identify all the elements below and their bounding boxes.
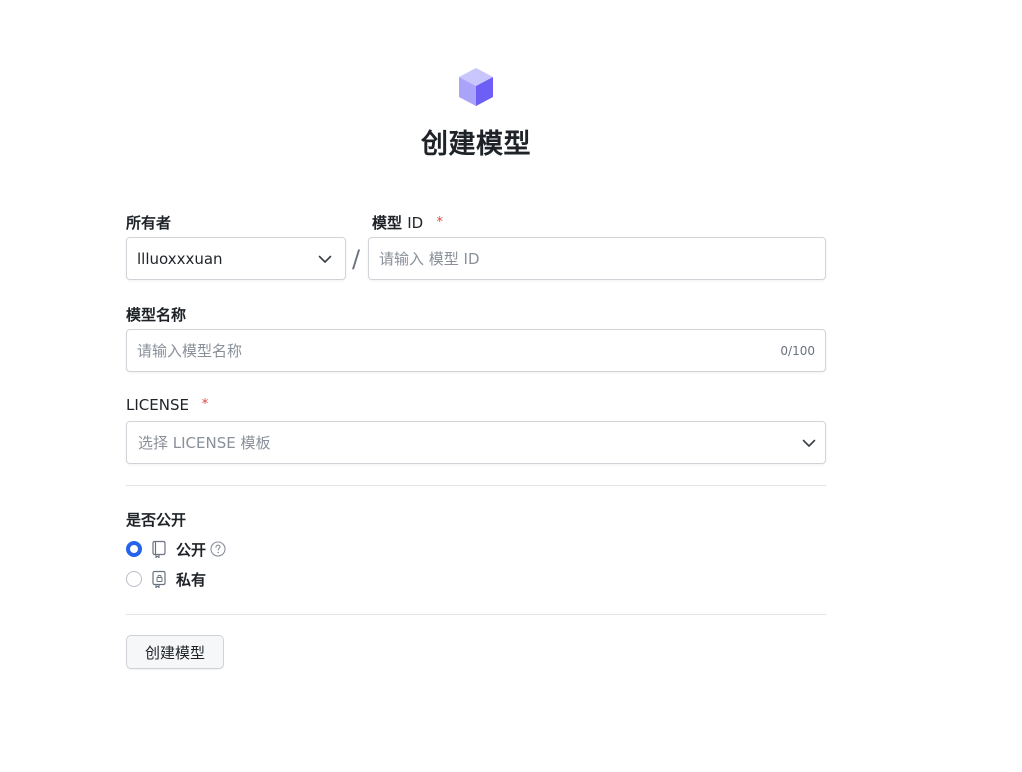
cube-icon [459,68,493,106]
option-label-public: 公开 [176,540,207,559]
required-mark: * [436,215,443,230]
question-circle-icon[interactable] [210,541,226,557]
owner-label-text: 所有者 [126,214,172,232]
create-model-page: 创建模型 所有者 llluoxxxuan / 模型 ID * 模型名称 0/10… [0,0,1022,772]
license-select-placeholder: 选择 LICENSE 模板 [138,434,271,452]
visibility-option-public[interactable]: 公开 [126,538,226,560]
radio-public[interactable] [126,541,142,557]
model-id-label-suffix: ID [407,214,424,232]
char-counter: 0/100 [780,343,815,358]
radio-private[interactable] [126,571,142,587]
owner-select[interactable]: llluoxxxuan [126,237,346,280]
model-name-field[interactable]: 0/100 [126,329,826,372]
divider [126,485,826,486]
required-mark: * [201,397,209,412]
model-id-field[interactable] [368,237,826,280]
owner-select-value: llluoxxxuan [137,249,223,268]
model-name-label: 模型名称 [126,306,187,324]
model-id-input[interactable] [369,249,825,268]
license-label: LICENSE * [126,396,208,414]
lock-repo-icon [152,570,166,588]
create-model-button[interactable]: 创建模型 [126,635,224,669]
model-id-label-text: 模型 [372,214,403,232]
repo-icon [152,540,166,558]
owner-id-separator: / [352,245,361,273]
visibility-option-private[interactable]: 私有 [126,568,206,590]
chevron-down-icon [318,255,332,263]
license-select[interactable]: 选择 LICENSE 模板 [126,421,826,464]
owner-label: 所有者 [126,212,171,233]
option-label-private: 私有 [176,570,207,589]
chevron-down-icon [802,439,816,447]
divider [126,614,826,615]
page-title: 创建模型 [421,129,531,160]
model-name-input[interactable] [127,341,781,360]
visibility-label: 是否公开 [126,511,187,529]
model-id-label: 模型 ID * [372,212,443,233]
license-label-text: LICENSE [126,396,189,414]
